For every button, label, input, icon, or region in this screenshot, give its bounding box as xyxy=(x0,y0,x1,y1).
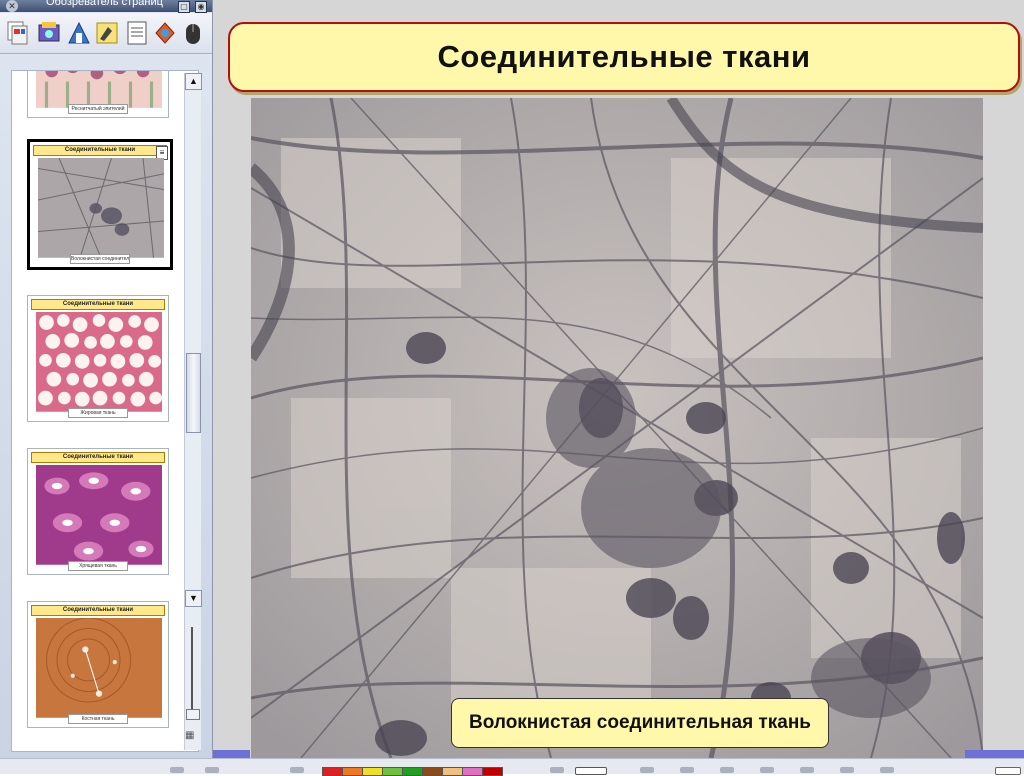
color-swatch[interactable] xyxy=(382,767,403,776)
color-swatch[interactable] xyxy=(342,767,363,776)
thumbnail-title: Соединительные ткани xyxy=(33,145,167,156)
properties-icon[interactable] xyxy=(94,19,120,47)
color-swatch[interactable] xyxy=(402,767,423,776)
toolbar-button[interactable] xyxy=(680,767,694,773)
page-thumbnail-3[interactable]: Соединительные ткани Жировая ткань xyxy=(27,295,169,422)
toolbar-button[interactable] xyxy=(880,767,894,773)
gallery-icon[interactable] xyxy=(36,19,62,47)
toolbar-button[interactable] xyxy=(720,767,734,773)
page-title-box[interactable]: Соединительные ткани xyxy=(228,22,1020,92)
thumbnail-image xyxy=(36,465,162,565)
page-sorter-icon[interactable] xyxy=(6,19,32,47)
toolbar-button[interactable] xyxy=(550,767,564,773)
color-swatch[interactable] xyxy=(462,767,483,776)
thumbnail-title: Соединительные ткани xyxy=(31,299,165,310)
panel-toolbar xyxy=(0,13,212,54)
page-canvas: Соединительные ткани Волокнистая соедини… xyxy=(213,0,1024,758)
canvas-edge-strip xyxy=(965,750,1024,758)
thumbnail-image xyxy=(36,312,162,412)
scroll-up-button[interactable]: ▲ xyxy=(185,73,202,90)
thumbnail-list: Реснитчатый эпителий Соединительные ткан… xyxy=(11,70,199,752)
minimize-icon[interactable]: ▢ xyxy=(178,1,190,13)
toolbar-button[interactable] xyxy=(290,767,304,773)
toolbar-button[interactable] xyxy=(995,767,1021,775)
notes-icon[interactable] xyxy=(124,19,150,47)
toolbar-button[interactable] xyxy=(640,767,654,773)
panel-titlebar: ✕ Обозреватель страниц ▢ ◉ xyxy=(0,0,212,13)
slider-track xyxy=(191,627,193,709)
color-swatch[interactable] xyxy=(482,767,503,776)
image-caption: Волокнистая соединительная ткань xyxy=(469,712,811,733)
thumbnail-title: Соединительные ткани xyxy=(31,605,165,616)
thumbnail-image xyxy=(36,71,162,108)
bottom-toolbar xyxy=(0,758,1024,776)
thumbnail-image xyxy=(38,158,164,258)
page-title: Соединительные ткани xyxy=(437,39,811,74)
thumbnail-caption: Жировая ткань xyxy=(68,408,128,418)
color-swatch[interactable] xyxy=(442,767,463,776)
lesson-activity-icon[interactable] xyxy=(152,19,178,47)
thumbnail-title: Соединительные ткани xyxy=(31,452,165,463)
page-thumbnail-2[interactable]: Соединительные ткани ≡ Волокнистая соеди… xyxy=(27,139,173,270)
toolbar-button[interactable] xyxy=(760,767,774,773)
thumbnail-size-slider[interactable] xyxy=(186,612,200,720)
color-swatch[interactable] xyxy=(322,767,343,776)
close-icon[interactable]: ✕ xyxy=(6,0,18,12)
color-swatch[interactable] xyxy=(362,767,383,776)
page-thumbnail-5[interactable]: Соединительные ткани Костная ткань xyxy=(27,601,169,728)
toolbar-button[interactable] xyxy=(170,767,184,773)
thumbnail-caption: Волокнистая соединительная ткань xyxy=(70,254,130,264)
grid-view-icon[interactable]: ▦ xyxy=(185,730,197,742)
slider-knob[interactable] xyxy=(186,709,200,720)
page-thumbnail-4[interactable]: Соединительные ткани Хрящевая ткань xyxy=(27,448,169,575)
toolbar-button[interactable] xyxy=(800,767,814,773)
thumbnail-image xyxy=(36,618,162,718)
thumbnail-caption: Костная ткань xyxy=(68,714,128,724)
micrograph-image[interactable] xyxy=(251,98,983,758)
line-style-selector[interactable] xyxy=(575,767,607,775)
thumbnail-caption: Хрящевая ткань xyxy=(68,561,128,571)
panel-title: Обозреватель страниц xyxy=(46,0,163,8)
toolbar-button[interactable] xyxy=(205,767,219,773)
mouse-settings-icon[interactable] xyxy=(182,19,204,47)
canvas-edge-strip xyxy=(213,750,250,758)
scrollbar-thumb[interactable] xyxy=(186,353,201,433)
thumbnail-caption: Реснитчатый эпителий xyxy=(68,104,128,114)
toolbar-button[interactable] xyxy=(840,767,854,773)
scroll-down-button[interactable]: ▼ xyxy=(185,590,202,607)
pin-icon[interactable]: ◉ xyxy=(195,1,207,13)
color-swatch[interactable] xyxy=(422,767,443,776)
attachments-icon[interactable] xyxy=(66,19,92,47)
page-thumbnail-1[interactable]: Реснитчатый эпителий xyxy=(27,71,169,118)
image-caption-box[interactable]: Волокнистая соединительная ткань xyxy=(451,698,829,748)
page-sorter-panel: ✕ Обозреватель страниц ▢ ◉ Реснитчатый э… xyxy=(0,0,213,758)
